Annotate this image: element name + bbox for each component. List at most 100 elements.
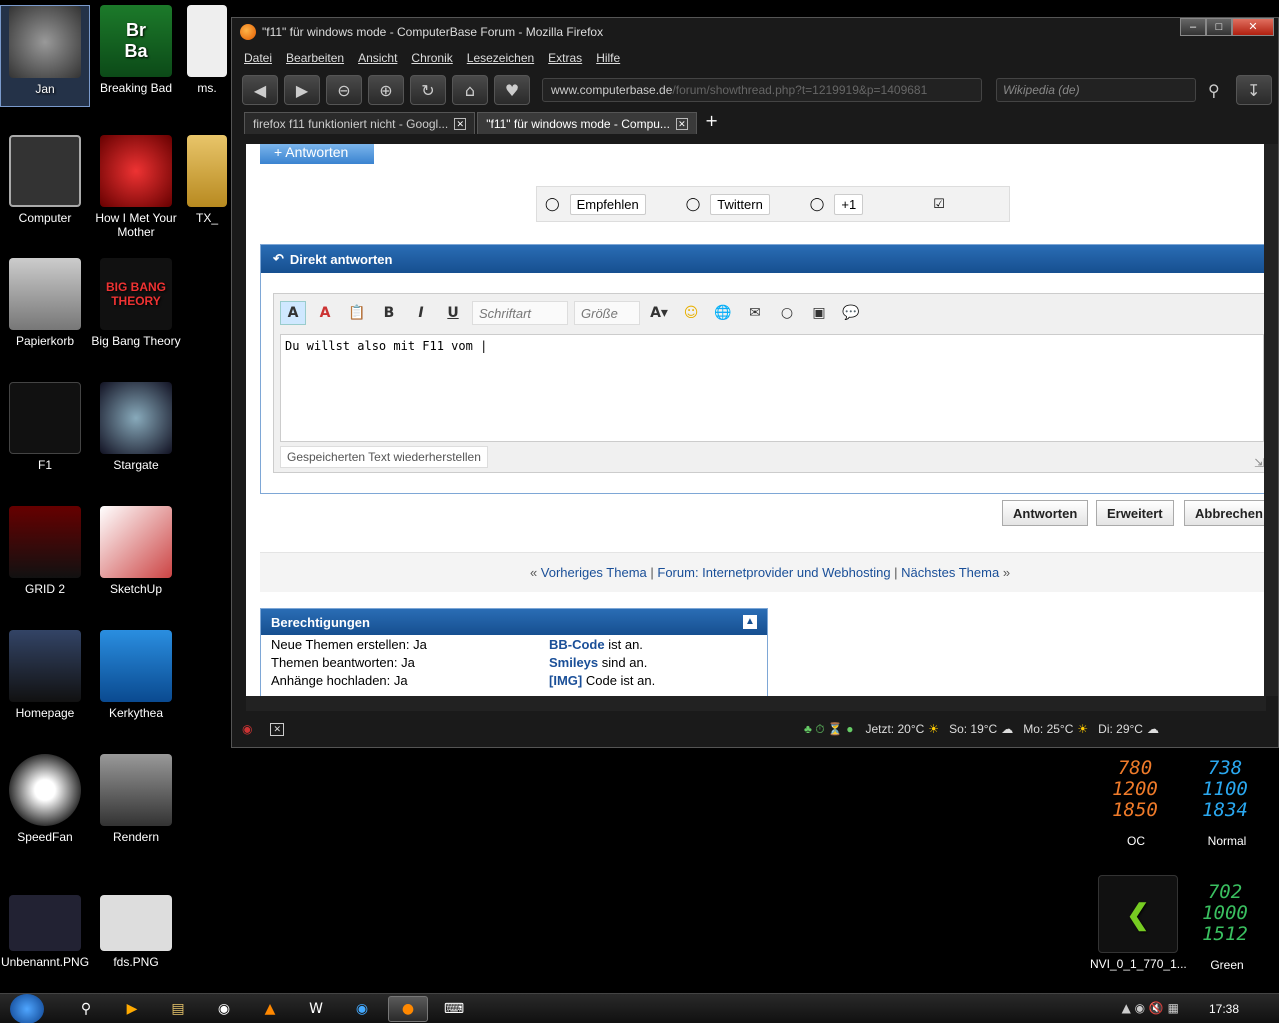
maximize-button[interactable]: □ xyxy=(1206,18,1232,36)
horizontal-scrollbar[interactable] xyxy=(246,696,1266,712)
reply-top-button[interactable]: + Antworten xyxy=(260,144,374,164)
desktop-icon-sketchup[interactable]: SketchUp xyxy=(91,506,181,596)
taskbar-app[interactable]: ▶ xyxy=(112,996,152,1022)
tray-icons[interactable]: ▲ ◉ 🔇 ▦ xyxy=(1122,1001,1179,1015)
menu-hilfe[interactable]: Hilfe xyxy=(596,51,620,65)
desktop-icon-tx[interactable]: TX_ xyxy=(182,135,232,225)
title-bar[interactable]: "f11" für windows mode - ComputerBase Fo… xyxy=(232,18,1278,46)
start-button[interactable] xyxy=(10,993,44,1023)
taskbar-app[interactable]: ◉ xyxy=(342,996,382,1022)
tab-google[interactable]: firefox f11 funktioniert nicht - Googl..… xyxy=(244,112,476,134)
restore-text-button[interactable]: Gespeicherten Text wiederherstellen xyxy=(280,446,488,468)
paste-icon[interactable]: 📋 xyxy=(344,301,370,325)
toggle-icon[interactable]: ◯ xyxy=(545,196,560,212)
menu-bearbeiten[interactable]: Bearbeiten xyxy=(286,51,344,65)
desktop-icon-rendern[interactable]: Rendern xyxy=(91,754,181,844)
tab-close-icon[interactable]: ✕ xyxy=(675,117,688,130)
desktop-icon-stargate[interactable]: Stargate xyxy=(91,382,181,472)
search-icon[interactable]: ⚲ xyxy=(1208,81,1220,100)
bookmark-button[interactable]: ♥ xyxy=(494,75,530,105)
tab-close-icon[interactable]: ✕ xyxy=(454,117,467,130)
menu-datei[interactable]: Datei xyxy=(244,51,272,65)
email-icon[interactable]: ✉ xyxy=(742,301,768,325)
menu-extras[interactable]: Extras xyxy=(548,51,582,65)
permission-link[interactable]: BB-Code xyxy=(549,637,605,652)
font-select[interactable]: Schriftart xyxy=(472,301,568,325)
gadget-oc-label: OC xyxy=(1127,834,1145,848)
italic-button[interactable]: I xyxy=(408,301,434,325)
menu-lesezeichen[interactable]: Lesezeichen xyxy=(467,51,534,65)
adblock-icon[interactable]: ◉ xyxy=(242,722,252,736)
quote-icon[interactable]: 💬 xyxy=(838,301,864,325)
search-input[interactable]: Wikipedia (de) xyxy=(996,78,1196,102)
taskbar-app[interactable]: W xyxy=(296,996,336,1022)
desktop-icon-f1[interactable]: F1 xyxy=(0,382,90,472)
download-button[interactable]: ↧ xyxy=(1235,75,1272,105)
resize-handle-icon[interactable]: ⇲ xyxy=(1254,456,1264,470)
link-icon[interactable]: 🌐 xyxy=(710,301,736,325)
taskbar-app[interactable]: ⚲ xyxy=(66,996,106,1022)
reply-textarea[interactable]: Du willst also mit F11 vom | xyxy=(280,334,1264,442)
size-select[interactable]: Größe xyxy=(574,301,640,325)
toggle-icon[interactable]: ◯ xyxy=(810,196,825,212)
desktop-icon-fds[interactable]: fds.PNG xyxy=(91,895,181,969)
plus-one-button[interactable]: +1 xyxy=(834,193,864,215)
permission-link[interactable]: Smileys xyxy=(549,655,598,670)
taskbar-app[interactable]: ◉ xyxy=(204,996,244,1022)
desktop-icon-unbenannt[interactable]: Unbenannt.PNG xyxy=(0,895,90,969)
taskbar-firefox[interactable]: ● xyxy=(388,995,428,1022)
desktop-icon-speedfan[interactable]: SpeedFan xyxy=(0,754,90,844)
next-thread-link[interactable]: Nächstes Thema xyxy=(901,565,999,580)
taskbar-app[interactable]: ▤ xyxy=(158,996,198,1022)
reload-button[interactable]: ↻ xyxy=(410,75,446,105)
collapse-icon[interactable]: ▲ xyxy=(743,615,757,629)
recommend-button[interactable]: Empfehlen xyxy=(569,193,646,215)
cancel-button[interactable]: Abbrechen xyxy=(1184,500,1266,526)
addon-icons[interactable]: ♣ ⏱ ⏳ ● xyxy=(804,722,853,737)
text-color-button[interactable]: A▾ xyxy=(646,301,672,325)
vertical-scrollbar[interactable] xyxy=(1264,144,1278,696)
minimize-button[interactable]: – xyxy=(1180,18,1206,36)
image-icon[interactable]: ▣ xyxy=(806,301,832,325)
desktop-icon-breaking-bad[interactable]: Br Ba Breaking Bad xyxy=(91,5,181,95)
clock[interactable]: 17:38 xyxy=(1209,1002,1239,1016)
desktop-icon-kerkythea[interactable]: Kerkythea xyxy=(91,630,181,720)
back-button[interactable]: ◀ xyxy=(242,75,278,105)
tweet-button[interactable]: Twittern xyxy=(710,193,770,215)
bold-button[interactable]: B xyxy=(376,301,402,325)
new-tab-button[interactable]: + xyxy=(705,111,718,130)
desktop-icon-computer[interactable]: Computer xyxy=(0,135,90,225)
desktop-icon-grid2[interactable]: GRID 2 xyxy=(0,506,90,596)
answer-button[interactable]: Antworten xyxy=(1002,500,1089,526)
menu-chronik[interactable]: Chronik xyxy=(411,51,452,65)
desktop-icon-himym[interactable]: How I Met Your Mother xyxy=(91,135,181,239)
smiley-icon[interactable]: ☺ xyxy=(678,301,704,325)
remove-format-icon[interactable]: A xyxy=(312,301,338,325)
tab-computerbase[interactable]: "f11" für windows mode - Compu... ✕ xyxy=(477,112,697,134)
prev-thread-link[interactable]: Vorheriges Thema xyxy=(541,565,647,580)
menu-ansicht[interactable]: Ansicht xyxy=(358,51,397,65)
desktop-icon-homepage[interactable]: Homepage xyxy=(0,630,90,720)
zoom-in-button[interactable]: ⊕ xyxy=(368,75,404,105)
forward-button[interactable]: ▶ xyxy=(284,75,320,105)
underline-button[interactable]: U xyxy=(440,301,466,325)
desktop-icon-papierkorb[interactable]: Papierkorb xyxy=(0,258,90,348)
forum-link[interactable]: Forum: Internetprovider und Webhosting xyxy=(657,565,890,580)
desktop-icon-bbt[interactable]: BIG BANG THEORY Big Bang Theory xyxy=(91,258,181,348)
taskbar-app[interactable]: ⌨ xyxy=(434,996,474,1022)
home-button[interactable]: ⌂ xyxy=(452,75,488,105)
advanced-button[interactable]: Erweitert xyxy=(1096,500,1174,526)
close-icon[interactable]: ✕ xyxy=(270,722,285,736)
taskbar-app[interactable]: ▲ xyxy=(250,996,290,1022)
close-button[interactable]: ✕ xyxy=(1232,18,1274,36)
permission-link[interactable]: [IMG] xyxy=(549,673,582,688)
settings-checkbox-icon[interactable]: ☑ xyxy=(933,196,945,212)
desktop-icon-jan[interactable]: Jan xyxy=(0,5,90,107)
url-bar[interactable]: www.computerbase.de/forum/showthread.php… xyxy=(542,78,982,102)
format-toggle-icon[interactable]: A xyxy=(280,301,306,325)
desktop-icon-ms[interactable]: ms. xyxy=(182,5,232,95)
unlink-icon[interactable]: ○ xyxy=(774,301,800,325)
toggle-icon[interactable]: ◯ xyxy=(686,196,701,212)
zoom-out-button[interactable]: ⊖ xyxy=(326,75,362,105)
desktop-icon-nvidia[interactable]: ❮ NVI_0_1_770_1... xyxy=(1090,875,1187,971)
